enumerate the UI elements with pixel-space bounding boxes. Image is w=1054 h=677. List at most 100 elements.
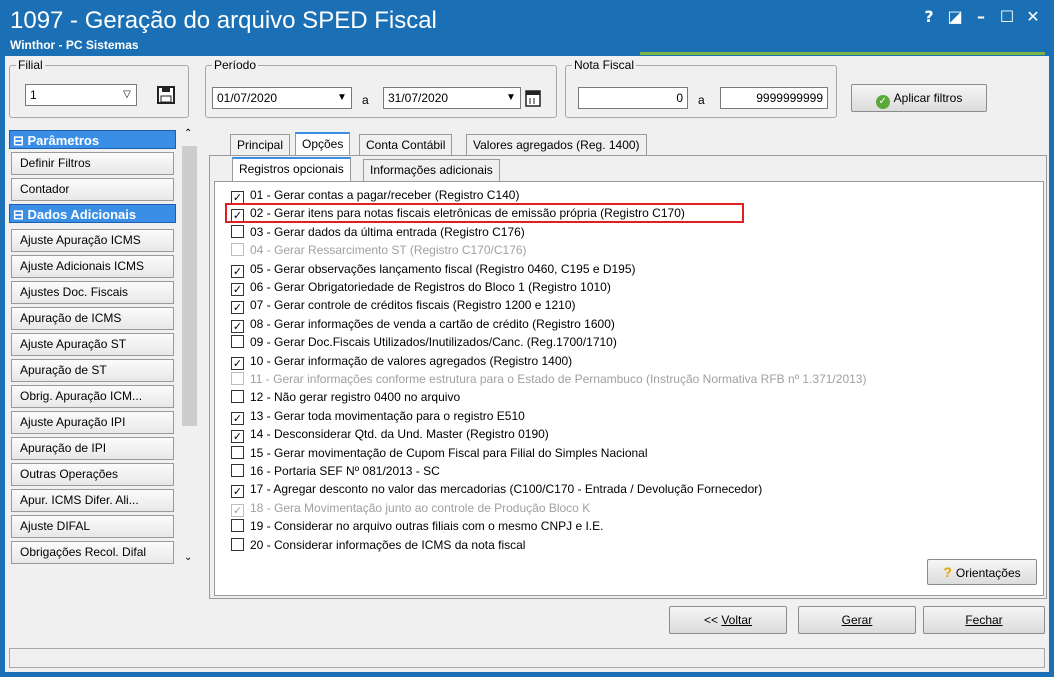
restore-icon[interactable]: ◪ [942,6,968,28]
save-icon[interactable] [155,84,177,106]
back-label: Voltar [721,613,753,627]
option-row[interactable]: 12 - Não gerar registro 0400 no arquivo [231,389,460,407]
close-icon[interactable]: ✕ [1020,6,1046,28]
option-checkbox [231,372,244,385]
date-from-input[interactable]: 01/07/2020 ▼ [212,87,352,109]
sidebar-item[interactable]: Ajuste DIFAL [11,515,174,538]
dropdown-arrow-icon[interactable]: ▼ [502,88,520,108]
window-subtitle: Winthor - PC Sistemas [10,38,139,52]
tab-valores-agregados[interactable]: Valores agregados (Reg. 1400) [466,134,647,156]
back-button[interactable]: << Voltar [669,606,787,634]
option-checkbox[interactable]: ✓ [231,264,244,278]
option-row[interactable]: 20 - Considerar informações de ICMS da n… [231,537,525,555]
date-to-value: 31/07/2020 [388,91,449,105]
apply-filters-button[interactable]: ✓ Aplicar filtros [851,84,987,112]
option-label: 05 - Gerar observações lançamento fiscal… [250,261,636,276]
option-checkbox[interactable] [231,537,244,551]
sidebar-header-dados-adicionais[interactable]: ⊟ Dados Adicionais [9,204,176,223]
option-checkbox[interactable]: ✓ [231,485,244,499]
option-row[interactable]: ✓ 06 - Gerar Obrigatoriedade de Registros… [231,279,611,297]
help-window-icon[interactable]: ? [916,6,942,28]
sidebar-item[interactable]: Ajuste Apuração ST [11,333,174,356]
sidebar-header-parametros[interactable]: ⊟ Parâmetros [9,130,176,149]
option-row: 04 - Gerar Ressarcimento ST (Registro C1… [231,242,527,260]
sidebar-item[interactable]: Ajuste Apuração IPI [11,411,174,434]
option-row[interactable]: ✓ 10 - Gerar informação de valores agrega… [231,353,572,371]
option-label: 08 - Gerar informações de venda a cartão… [250,316,615,331]
option-row[interactable]: 16 - Portaria SEF Nº 081/2013 - SC [231,463,440,481]
orientacoes-label: Orientações [955,566,1021,580]
option-checkbox[interactable] [231,335,244,349]
subtab-informacoes-adicionais[interactable]: Informações adicionais [363,159,500,181]
date-to-input[interactable]: 31/07/2020 ▼ [383,87,521,109]
sidebar-item[interactable]: Apuração de IPI [11,437,174,460]
option-row[interactable]: ✓ 14 - Desconsiderar Qtd. da Und. Master … [231,426,549,444]
calendar-icon[interactable] [523,87,543,109]
sidebar-item[interactable]: Outras Operações [11,463,174,486]
orientacoes-button[interactable]: ? Orientações [927,559,1037,585]
option-label: 11 - Gerar informações conforme estrutur… [250,372,867,386]
option-checkbox[interactable]: ✓ [231,319,244,333]
option-checkbox[interactable] [231,390,244,404]
option-label: 14 - Desconsiderar Qtd. da Und. Master (… [250,427,549,442]
date-separator: a [362,93,369,107]
option-row[interactable]: ✓ 17 - Agregar desconto no valor das merc… [231,481,762,499]
sidebar-item[interactable]: Apuração de ICMS [11,307,174,330]
option-label: 17 - Agregar desconto no valor das merca… [250,482,763,497]
option-row: 11 - Gerar informações conforme estrutur… [231,371,866,389]
subtab-registros-opcionais[interactable]: Registros opcionais [232,157,351,181]
sidebar-item-definir-filtros[interactable]: Definir Filtros [11,152,174,175]
check-circle-icon: ✓ [875,95,890,109]
sidebar-scrollbar[interactable]: ⌃ ⌄ [180,128,199,568]
sidebar-item[interactable]: Apur. ICMS Difer. Ali... [11,489,174,512]
option-label: 18 - Gera Movimentação junto ao controle… [250,500,591,515]
nota-from-input[interactable]: 0 [578,87,688,109]
generate-button[interactable]: Gerar [798,606,916,634]
nota-to-input[interactable]: 9999999999 [720,87,828,109]
chevron-down-icon[interactable]: ⌄ [184,552,192,563]
tab-principal[interactable]: Principal [230,134,291,156]
tab-opcoes[interactable]: Opções [295,132,351,156]
option-row[interactable]: 19 - Considerar no arquivo outras filiai… [231,518,603,536]
option-row[interactable]: ✓ 08 - Gerar informações de venda a cartã… [231,316,615,334]
sidebar-item[interactable]: Ajuste Adicionais ICMS [11,255,174,278]
tab-conta-contabil[interactable]: Conta Contábil [359,134,453,156]
option-checkbox[interactable] [231,445,244,459]
sidebar-header-label: Dados Adicionais [27,207,137,222]
sidebar-item[interactable]: Obrigações Recol. Difal [11,541,174,564]
chevron-up-icon[interactable]: ⌃ [184,128,192,139]
sidebar-item[interactable]: Apuração de ST [11,359,174,382]
sidebar-item[interactable]: Obrig. Apuração ICM... [11,385,174,408]
option-checkbox [231,243,244,257]
back-arrows: << [703,613,722,627]
option-row[interactable]: ✓ 13 - Gerar toda movimentação para o reg… [231,408,525,426]
generate-label: Gerar [841,613,873,627]
dropdown-arrow-icon[interactable]: ▼ [333,88,351,108]
chevron-down-icon[interactable]: ▽ [118,85,136,105]
scrollbar-thumb[interactable] [182,146,197,426]
option-checkbox[interactable] [231,224,244,238]
option-row[interactable]: ✓ 05 - Gerar observações lançamento fisca… [231,261,636,279]
date-from-value: 01/07/2020 [217,91,278,105]
close-button[interactable]: Fechar [923,606,1045,634]
sidebar-header-label: Parâmetros [27,133,100,148]
filial-label: Filial [18,58,43,72]
maximize-icon[interactable]: ☐ [994,6,1020,28]
option-row[interactable]: 03 - Gerar dados da última entrada (Regi… [231,224,525,242]
sidebar-item-contador[interactable]: Contador [11,178,174,201]
option-checkbox[interactable] [231,519,244,533]
sidebar-item[interactable]: Ajuste Apuração ICMS [11,229,174,252]
sidebar-item[interactable]: Ajustes Doc. Fiscais [11,281,174,304]
minimize-icon[interactable]: – [968,6,994,28]
option-row[interactable]: 15 - Gerar movimentação de Cupom Fiscal … [231,445,648,463]
option-row[interactable]: ✓ 07 - Gerar controle de créditos fiscais… [231,297,576,315]
option-checkbox[interactable]: ✓ [231,430,244,444]
option-checkbox[interactable]: ✓ [231,283,244,296]
option-checkbox[interactable]: ✓ [231,301,244,315]
option-checkbox[interactable]: ✓ [231,411,244,425]
filial-select[interactable]: 1 ▽ [25,84,137,106]
nota-separator: a [698,93,705,107]
option-checkbox[interactable]: ✓ [231,356,244,370]
option-row[interactable]: 09 - Gerar Doc.Fiscais Utilizados/Inutil… [231,334,617,352]
option-checkbox[interactable] [231,464,244,477]
